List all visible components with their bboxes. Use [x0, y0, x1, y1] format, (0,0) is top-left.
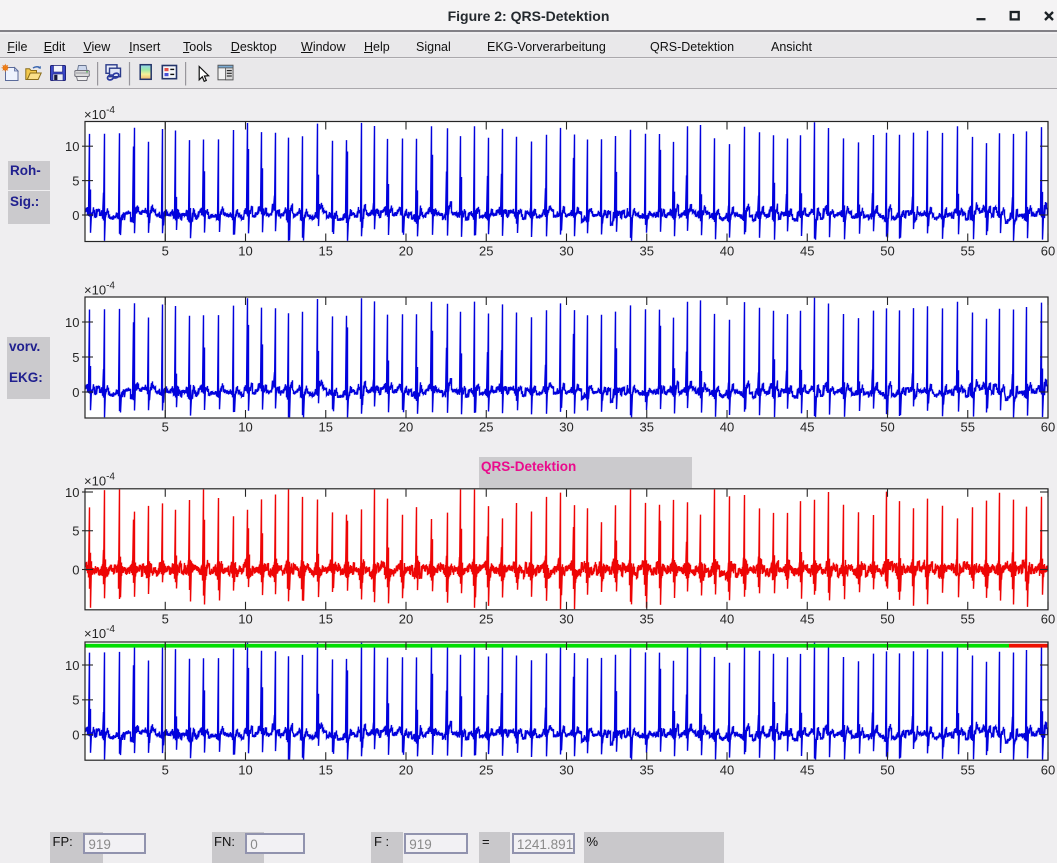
svg-text:55: 55: [961, 244, 975, 259]
svg-text:5: 5: [162, 420, 169, 435]
svg-text:×10-4: ×10-4: [84, 105, 115, 122]
svg-text:40: 40: [720, 244, 734, 259]
svg-text:5: 5: [72, 173, 79, 188]
svg-text:45: 45: [800, 612, 814, 627]
svg-text:60: 60: [1041, 244, 1055, 259]
svg-text:60: 60: [1041, 612, 1055, 627]
svg-text:5: 5: [162, 244, 169, 259]
svg-text:40: 40: [720, 420, 734, 435]
svg-text:50: 50: [880, 762, 894, 777]
svg-text:50: 50: [880, 420, 894, 435]
svg-text:40: 40: [720, 612, 734, 627]
svg-text:30: 30: [559, 612, 573, 627]
svg-text:10: 10: [65, 139, 79, 154]
svg-text:20: 20: [399, 612, 413, 627]
svg-text:10: 10: [238, 420, 252, 435]
svg-text:15: 15: [319, 420, 333, 435]
svg-text:10: 10: [65, 485, 79, 500]
svg-text:45: 45: [800, 244, 814, 259]
svg-text:0: 0: [72, 562, 79, 577]
svg-text:25: 25: [479, 762, 493, 777]
svg-text:20: 20: [399, 244, 413, 259]
svg-text:55: 55: [961, 612, 975, 627]
svg-text:15: 15: [319, 244, 333, 259]
svg-text:20: 20: [399, 420, 413, 435]
svg-text:10: 10: [65, 658, 79, 673]
svg-text:50: 50: [880, 612, 894, 627]
svg-text:×10-4: ×10-4: [84, 624, 115, 641]
svg-text:45: 45: [800, 420, 814, 435]
svg-text:10: 10: [238, 612, 252, 627]
svg-text:35: 35: [640, 762, 654, 777]
svg-text:35: 35: [640, 612, 654, 627]
svg-text:55: 55: [961, 420, 975, 435]
svg-text:15: 15: [319, 762, 333, 777]
svg-text:30: 30: [559, 762, 573, 777]
svg-text:10: 10: [238, 762, 252, 777]
svg-text:20: 20: [399, 762, 413, 777]
svg-text:5: 5: [72, 693, 79, 708]
svg-text:5: 5: [72, 350, 79, 365]
svg-text:0: 0: [72, 385, 79, 400]
svg-text:5: 5: [162, 762, 169, 777]
svg-text:25: 25: [479, 244, 493, 259]
svg-text:50: 50: [880, 244, 894, 259]
svg-text:35: 35: [640, 244, 654, 259]
svg-text:45: 45: [800, 762, 814, 777]
svg-text:40: 40: [720, 762, 734, 777]
svg-text:25: 25: [479, 612, 493, 627]
svg-text:×10-4: ×10-4: [84, 281, 115, 298]
svg-text:5: 5: [72, 524, 79, 539]
svg-text:55: 55: [961, 762, 975, 777]
svg-text:35: 35: [640, 420, 654, 435]
svg-text:10: 10: [238, 244, 252, 259]
svg-text:10: 10: [65, 315, 79, 330]
svg-text:60: 60: [1041, 762, 1055, 777]
svg-text:0: 0: [72, 728, 79, 743]
svg-text:×10-4: ×10-4: [84, 472, 115, 489]
svg-text:30: 30: [559, 244, 573, 259]
svg-text:60: 60: [1041, 420, 1055, 435]
svg-text:5: 5: [162, 612, 169, 627]
svg-text:0: 0: [72, 208, 79, 223]
svg-text:15: 15: [319, 612, 333, 627]
svg-text:25: 25: [479, 420, 493, 435]
svg-text:30: 30: [559, 420, 573, 435]
